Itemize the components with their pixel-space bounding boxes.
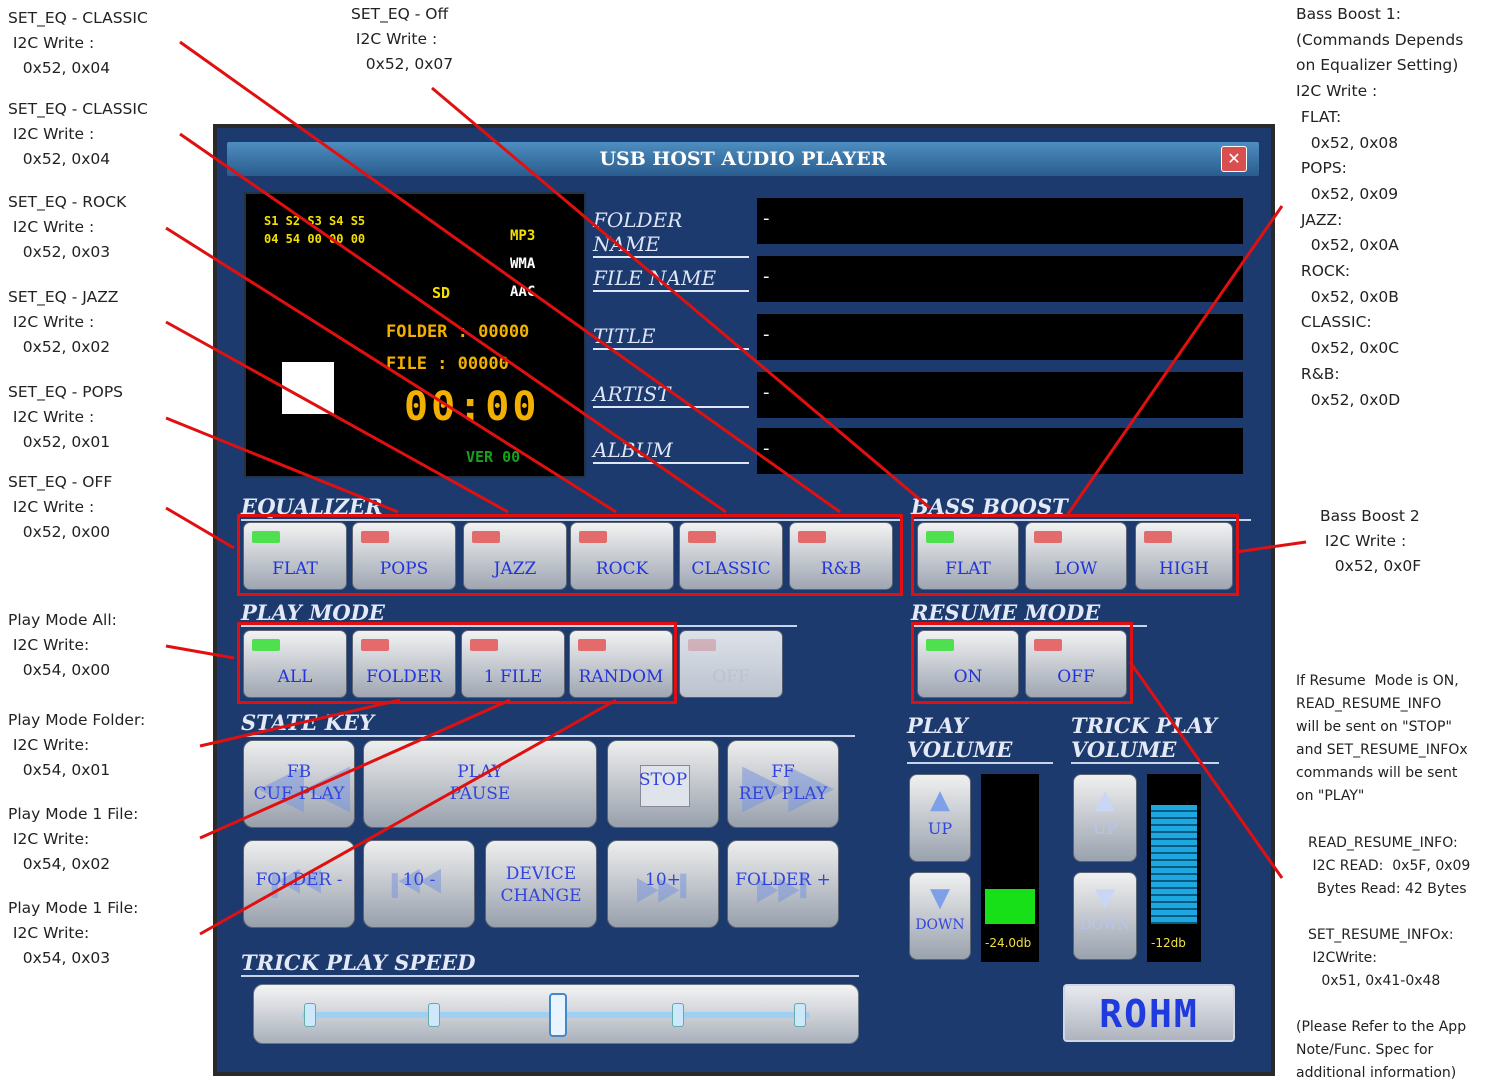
leader-line: [179, 40, 841, 514]
annotation-leader-lines: [165, 40, 1307, 936]
leader-line: [431, 86, 931, 510]
leader-line: [165, 226, 617, 514]
leader-line: [165, 644, 235, 660]
leader-line: [199, 698, 617, 936]
leader-line: [1066, 205, 1284, 515]
leader-line: [1128, 661, 1284, 879]
leader-line: [199, 698, 401, 748]
leader-line: [1235, 540, 1307, 554]
leader-line: [165, 506, 235, 550]
leader-line: [165, 320, 509, 514]
leader-line: [199, 698, 511, 840]
